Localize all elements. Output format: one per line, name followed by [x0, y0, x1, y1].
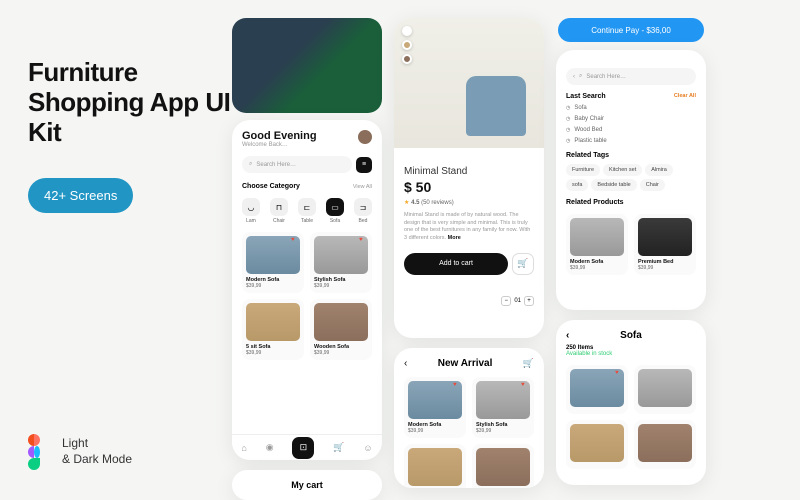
qty-minus[interactable]: −: [501, 296, 511, 306]
category-sofa[interactable]: ▭Sofa: [326, 198, 344, 224]
search-icon: ⌕: [579, 73, 582, 80]
screen-new-arrival: ‹ New Arrival 🛒 ♥Modern Sofa$39,99 ♥Styl…: [394, 348, 544, 488]
tag[interactable]: sofa: [566, 179, 588, 191]
hero-photo: [232, 18, 382, 113]
screen-cart: My cart: [232, 470, 382, 500]
clock-icon: ◷: [566, 138, 570, 144]
search-placeholder: Search Here…: [256, 162, 296, 168]
welcome-text: Welcome Back…: [242, 142, 372, 148]
heart-icon[interactable]: ♥: [291, 237, 299, 245]
add-to-cart-button[interactable]: Add to cart: [404, 253, 508, 275]
product-card[interactable]: ♥: [566, 365, 628, 414]
qty-plus[interactable]: +: [524, 296, 534, 306]
filter-button[interactable]: ≡: [356, 157, 372, 173]
category-table[interactable]: ⊏Table: [298, 198, 316, 224]
category-chair[interactable]: ⊓Chair: [270, 198, 288, 224]
history-item[interactable]: ◷Sofa: [566, 105, 696, 111]
history-item[interactable]: ◷Baby Chair: [566, 116, 696, 122]
back-icon[interactable]: ‹: [573, 74, 575, 80]
heart-icon[interactable]: ♥: [521, 382, 529, 390]
cart-icon[interactable]: 🛒: [523, 358, 534, 369]
search-icon: ⌕: [249, 161, 252, 168]
search-input[interactable]: ⌕ Search Here…: [242, 156, 352, 173]
category-lamp[interactable]: ◡Lam: [242, 198, 260, 224]
product-card[interactable]: Modern Sofa$39,99: [566, 214, 628, 275]
history-item[interactable]: ◷Plastic table: [566, 138, 696, 144]
category-heading: Choose Category: [242, 183, 300, 190]
page-title: My cart: [242, 480, 372, 490]
category-bed[interactable]: ⊐Bed: [354, 198, 372, 224]
hero-title: Furniture Shopping App UI Kit: [28, 58, 238, 148]
page-title: New Arrival: [438, 358, 493, 369]
clock-icon: ◷: [566, 127, 570, 133]
product-card[interactable]: Wooden Sofa$39,99: [310, 299, 372, 360]
product-description: Minimal Stand is made of by natural wood…: [404, 212, 534, 243]
heart-icon[interactable]: ♥: [453, 382, 461, 390]
tag[interactable]: Kitchen set: [603, 164, 642, 176]
product-name: Minimal Stand: [404, 166, 534, 177]
product-card[interactable]: ♥Stylish Sofa$39,99: [472, 377, 534, 438]
view-all-link[interactable]: View All: [353, 184, 372, 190]
history-item[interactable]: ◷Wood Bed: [566, 127, 696, 133]
figma-icon: [28, 434, 52, 470]
qty-value: 01: [514, 298, 521, 304]
product-card[interactable]: [566, 420, 628, 469]
product-card[interactable]: ♥Modern Sofa$39,99: [242, 232, 304, 293]
modes-label: Light& Dark Mode: [62, 436, 132, 467]
nav-scan-button[interactable]: ⊡: [292, 437, 314, 459]
heart-icon[interactable]: ♥: [615, 370, 623, 378]
search-input[interactable]: ‹ ⌕ Search Here…: [566, 68, 696, 85]
more-link[interactable]: More: [448, 235, 461, 241]
nav-cart-icon[interactable]: 🛒: [333, 442, 344, 453]
product-card[interactable]: [634, 420, 696, 469]
page-title: Sofa: [620, 330, 642, 341]
nav-home-icon[interactable]: ⌂: [241, 443, 246, 453]
heart-icon[interactable]: ♥: [359, 237, 367, 245]
product-card[interactable]: ♥Modern Sofa$39,99: [404, 377, 466, 438]
product-card[interactable]: [472, 444, 534, 488]
color-option-white[interactable]: [402, 26, 412, 36]
nav-profile-icon[interactable]: ☺: [363, 443, 372, 453]
screen-detail: Minimal Stand $ 50 − 01 + ★ 4.5 (50 revi…: [394, 18, 544, 338]
color-option-tan[interactable]: [402, 40, 412, 50]
product-card[interactable]: ♥Stylish Sofa$39,99: [310, 232, 372, 293]
color-option-brown[interactable]: [402, 54, 412, 64]
tag[interactable]: Chair: [640, 179, 665, 191]
cart-icon-button[interactable]: 🛒: [512, 253, 534, 275]
star-icon: ★: [404, 200, 409, 206]
avatar[interactable]: [358, 130, 372, 144]
screen-sofa-list: ‹Sofa 250 ItemsAvailable in stock ♥: [556, 320, 706, 485]
product-card[interactable]: [404, 444, 466, 488]
greeting: Good Evening: [242, 130, 372, 142]
stock-status: Available in stock: [566, 351, 612, 357]
screen-home: Good Evening Welcome Back… ⌕ Search Here…: [232, 120, 382, 460]
clock-icon: ◷: [566, 116, 570, 122]
tag[interactable]: Bedside table: [591, 179, 636, 191]
clear-all-link[interactable]: Clear All: [674, 93, 696, 100]
product-card[interactable]: Premium Bed$39,99: [634, 214, 696, 275]
screen-search: ‹ ⌕ Search Here… Last Search Clear All ◷S…: [556, 50, 706, 310]
last-search-heading: Last Search: [566, 93, 606, 100]
related-products-heading: Related Products: [566, 199, 696, 206]
product-card[interactable]: [634, 365, 696, 414]
product-price: $ 50: [404, 179, 534, 195]
tag[interactable]: Furniture: [566, 164, 600, 176]
back-icon[interactable]: ‹: [566, 330, 569, 341]
tag[interactable]: Almira: [645, 164, 673, 176]
product-card[interactable]: 5 sit Sofa$39,99: [242, 299, 304, 360]
related-tags-heading: Related Tags: [566, 152, 696, 159]
continue-pay-button[interactable]: Continue Pay - $36,00: [558, 18, 704, 42]
product-image: [394, 18, 544, 148]
nav-mic-icon[interactable]: ◉: [266, 442, 274, 453]
clock-icon: ◷: [566, 105, 570, 111]
back-icon[interactable]: ‹: [404, 358, 407, 369]
screens-badge: 42+ Screens: [28, 178, 133, 213]
